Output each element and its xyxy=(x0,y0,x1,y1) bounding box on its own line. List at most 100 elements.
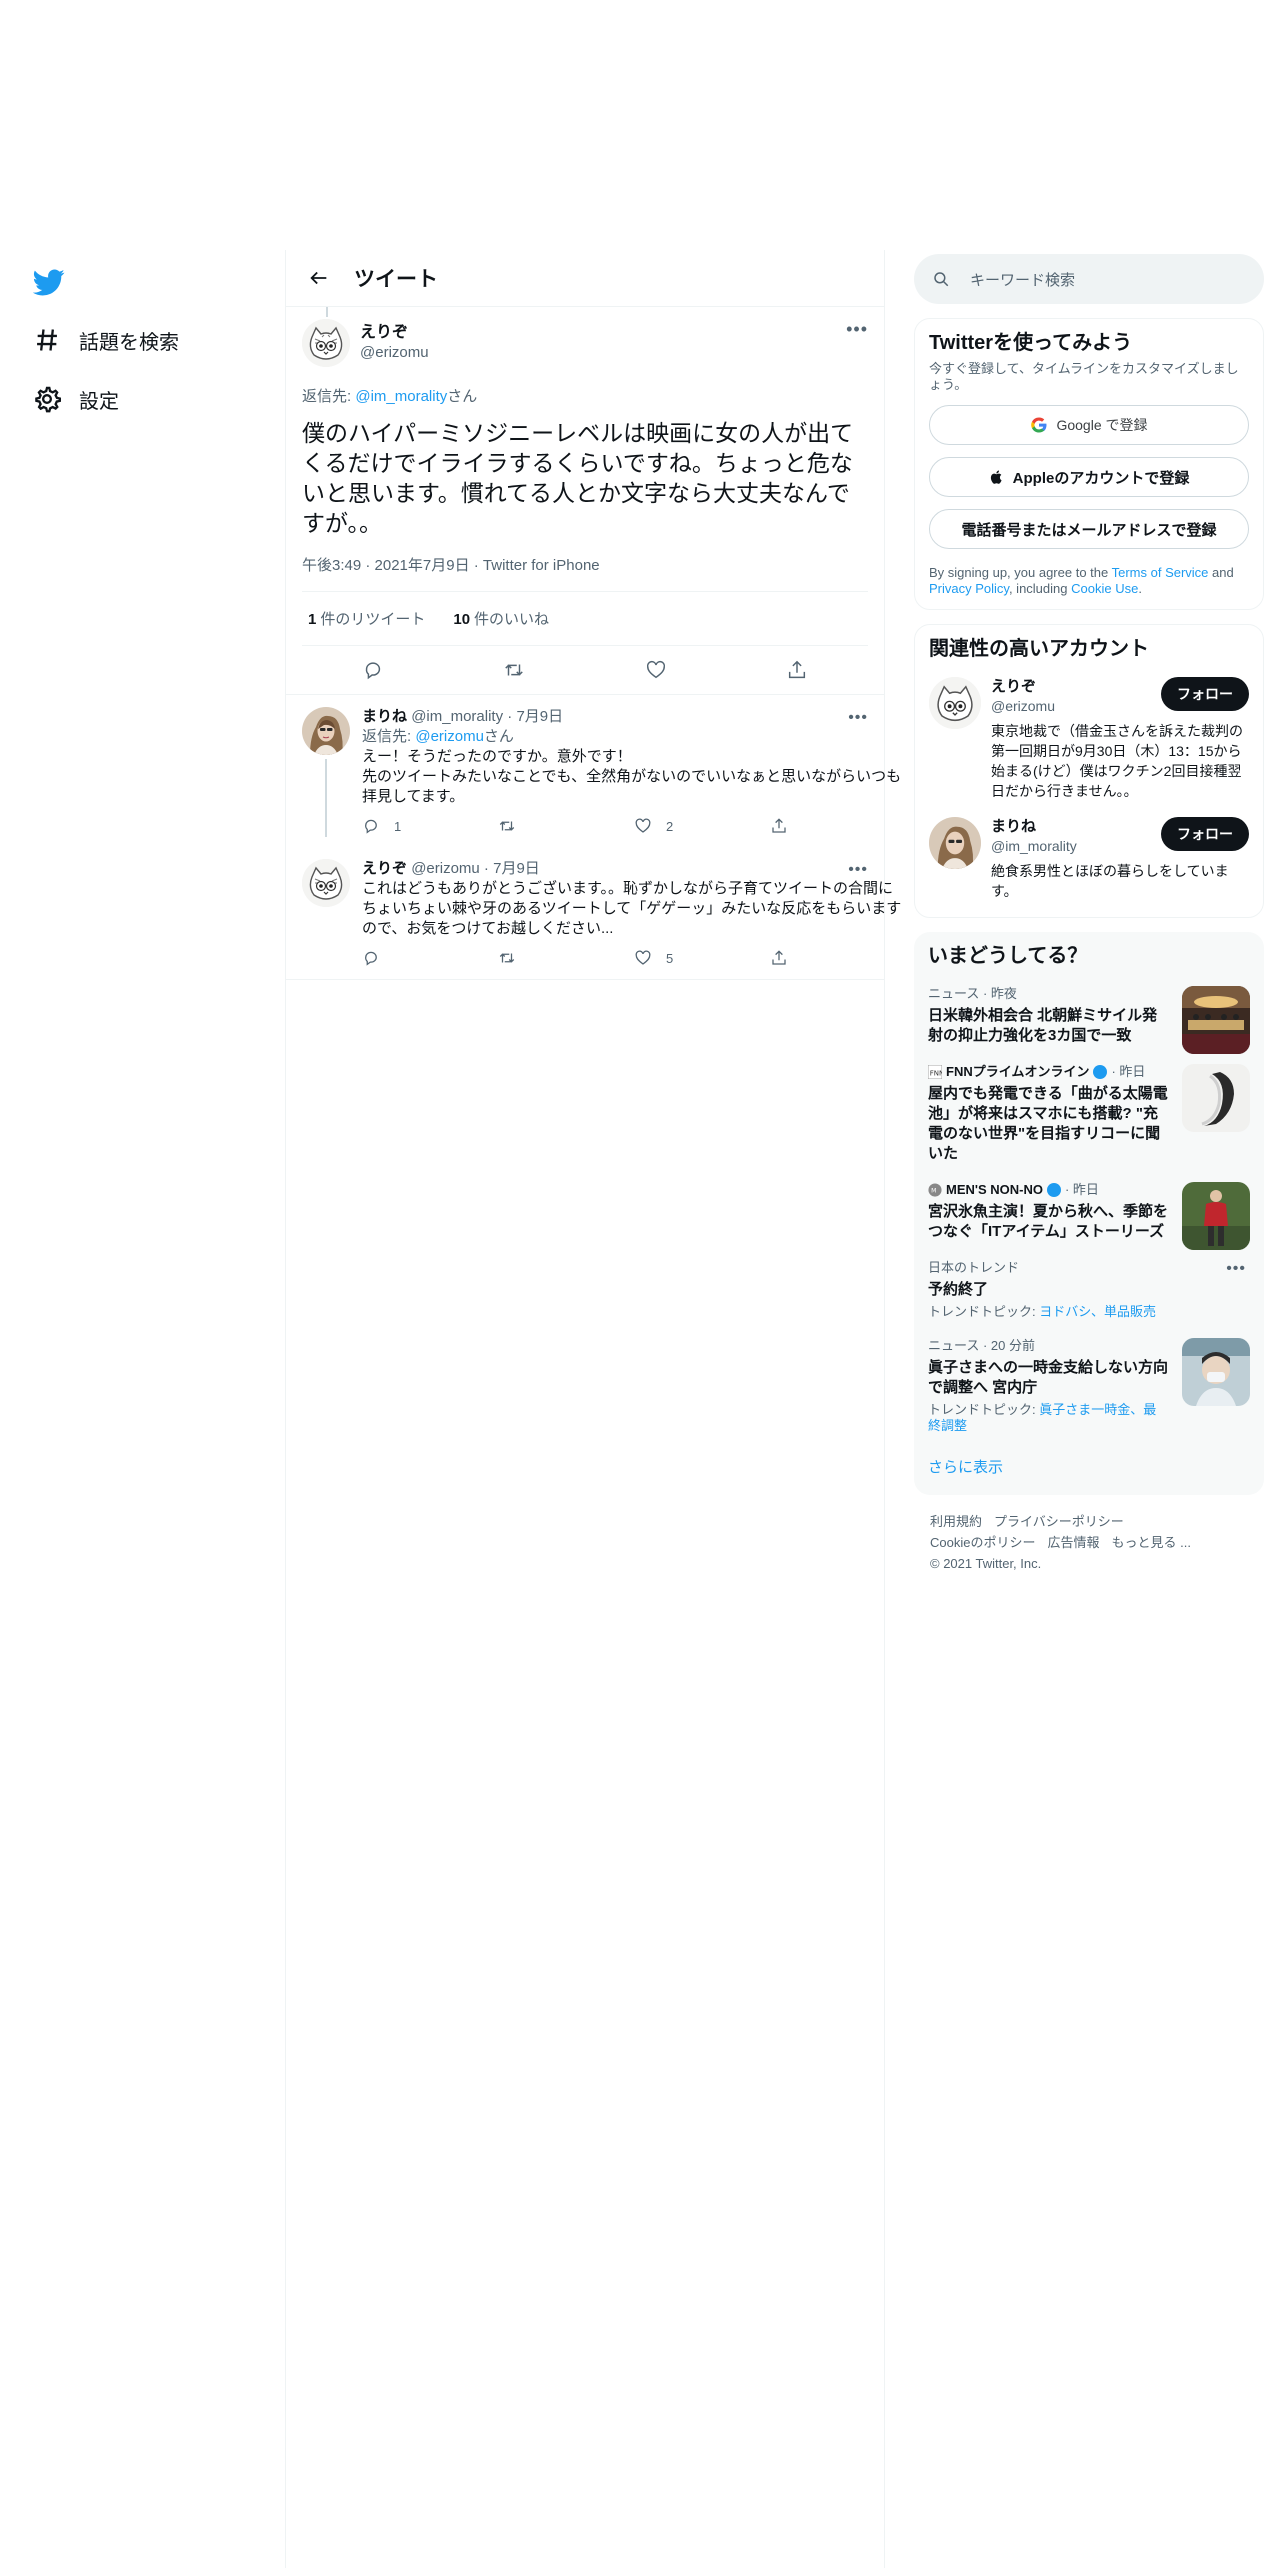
avatar[interactable] xyxy=(302,859,350,907)
cookie-use-link[interactable]: Cookie Use xyxy=(1071,581,1138,596)
like-button[interactable] xyxy=(638,652,674,688)
trend-source-time: · 昨日 xyxy=(1064,1182,1099,1197)
terms-of-service-link[interactable]: Terms of Service xyxy=(1112,565,1209,580)
share-button[interactable] xyxy=(770,817,906,835)
retweet-button[interactable] xyxy=(498,949,634,967)
trends-title: いまどうしてる？ xyxy=(928,945,1088,967)
retweet-stat[interactable]: 1 件のリツイート xyxy=(302,608,425,629)
focal-tweet: えりぞ @erizomu ••• 返信先: @im_moralityさん 僕のハ… xyxy=(286,307,884,695)
like-stat-label: 件のいいね xyxy=(474,611,550,628)
heart-icon xyxy=(635,818,651,833)
trend-source-time: · 昨日 xyxy=(1111,1064,1146,1079)
like-button[interactable]: 2 xyxy=(634,817,770,835)
like-button[interactable]: 5 xyxy=(634,949,770,967)
related-title: 関連性の高いアカウント xyxy=(929,638,1149,660)
author-name[interactable]: えりぞ xyxy=(360,323,429,343)
like-stat[interactable]: 10 件のいいね xyxy=(447,608,549,629)
more-options-icon[interactable]: ••• xyxy=(848,709,868,727)
gear-icon xyxy=(33,385,61,413)
thread-connector xyxy=(325,759,327,837)
show-more-link[interactable]: さらに表示 xyxy=(928,1456,1250,1483)
google-signup-button[interactable]: Google で登録 xyxy=(929,405,1249,445)
footer-terms-link[interactable]: 利用規約 xyxy=(930,1514,982,1529)
trend-item[interactable]: FNN FNNプライムオンライン · 昨日 屋内でも発電できる「曲がる太陽電池」… xyxy=(928,1064,1250,1164)
reply-header: えりぞ @erizomu · 7月9日 xyxy=(362,859,906,879)
reply-to-mention[interactable]: @im_morality xyxy=(355,388,447,405)
footer-copyright: © 2021 Twitter, Inc. xyxy=(930,1556,1042,1571)
share-icon xyxy=(789,660,806,679)
trend-item[interactable]: ニュース · 20 分前 眞子さまへの一時金支給しない方向で調整へ 宮内庁 トレ… xyxy=(928,1338,1250,1434)
apple-signup-button[interactable]: Appleのアカウントで登録 xyxy=(929,457,1249,497)
retweet-icon xyxy=(499,821,515,831)
account-item[interactable]: まりね @im_morality 絶食系男性とほぼの暮らしをしています。 フォロ… xyxy=(929,817,1249,901)
avatar[interactable] xyxy=(929,677,981,729)
retweet-button[interactable] xyxy=(498,817,634,835)
reply-author-name[interactable]: まりね xyxy=(362,708,407,725)
privacy-policy-link[interactable]: Privacy Policy xyxy=(929,581,1009,596)
trend-item[interactable]: ニュース · 昨夜 日米韓外相会合 北朝鮮ミサイル発射の抑止力強化を3カ国で一致 xyxy=(928,986,1250,1054)
reply-tweet[interactable]: えりぞ @erizomu · 7月9日 これはどうもありがとうございます。。恥ず… xyxy=(286,847,901,980)
trend-thumbnail xyxy=(1182,986,1250,1054)
trend-topic-links[interactable]: ヨドバシ、単品販売 xyxy=(1039,1304,1156,1319)
nav-explore[interactable]: 話題を検索 xyxy=(33,318,179,362)
follow-button[interactable]: フォロー xyxy=(1161,817,1249,851)
reply-count: 1 xyxy=(394,818,402,834)
reply-actions: 5 xyxy=(362,947,906,969)
nav-explore-label: 話題を検索 xyxy=(79,331,179,354)
share-button[interactable] xyxy=(770,949,906,967)
reply-icon xyxy=(365,819,377,834)
reply-author-handle[interactable]: @erizomu xyxy=(411,860,480,877)
trend-topic-prefix: トレンドトピック: xyxy=(928,1402,1040,1417)
more-options-icon[interactable]: ••• xyxy=(1226,1260,1246,1278)
phone-email-signup-button[interactable]: 電話番号またはメールアドレスで登録 xyxy=(929,509,1249,549)
trend-item[interactable]: M MEN'S NON-NO · 昨日 宮沢氷魚主演！夏から秋へ、季節をつなぐ「… xyxy=(928,1182,1250,1250)
footer-cookie-link[interactable]: Cookieのポリシー xyxy=(930,1535,1035,1550)
svg-text:M: M xyxy=(931,1188,936,1195)
account-item[interactable]: えりぞ @erizomu 東京地裁で（借金玉さんを訴えた裁判の第一回期日が9月3… xyxy=(929,677,1249,801)
trend-topics: トレンドトピック: ヨドバシ、単品販売 xyxy=(928,1304,1250,1320)
reply-author-handle[interactable]: @im_morality xyxy=(411,708,503,725)
reply-button[interactable]: 1 xyxy=(362,817,498,835)
trend-source-name: FNNプライムオンライン xyxy=(946,1064,1090,1079)
tweet-stats: 1 件のリツイート 10 件のいいね xyxy=(302,592,868,646)
terms-text: By signing up, you agree to the xyxy=(929,565,1112,580)
avatar[interactable] xyxy=(302,319,350,367)
share-button[interactable] xyxy=(779,652,815,688)
heart-icon xyxy=(635,950,651,965)
reply-to-prefix: 返信先: xyxy=(362,728,416,745)
reply-to-mention[interactable]: @erizomu xyxy=(415,728,484,745)
nav-settings[interactable]: 設定 xyxy=(33,377,119,421)
mens-non-no-logo-icon: M xyxy=(928,1183,942,1197)
google-signup-label: Google で登録 xyxy=(1056,417,1148,433)
search-input[interactable]: キーワード検索 xyxy=(914,254,1264,304)
trend-item[interactable]: 日本のトレンド 予約終了 トレンドトピック: ヨドバシ、単品販売 ••• xyxy=(928,1260,1250,1320)
footer-ads-link[interactable]: 広告情報 xyxy=(1047,1535,1099,1550)
trend-topics: トレンドトピック: 眞子さま一時金、最終調整 xyxy=(928,1402,1250,1434)
tweet-timestamp[interactable]: 午後3:49 · 2021年7月9日 · Twitter for iPhone xyxy=(302,554,868,592)
trend-meta: 日本のトレンド xyxy=(928,1260,1020,1275)
more-options-icon[interactable]: ••• xyxy=(846,319,868,340)
reply-tweet[interactable]: まりね @im_morality · 7月9日 返信先: @erizomuさん … xyxy=(286,695,901,847)
reply-date[interactable]: 7月9日 xyxy=(493,860,540,877)
follow-button[interactable]: フォロー xyxy=(1161,677,1249,711)
trend-thumbnail xyxy=(1182,1064,1250,1132)
retweet-icon xyxy=(505,664,524,676)
avatar[interactable] xyxy=(302,707,350,755)
author-handle[interactable]: @erizomu xyxy=(360,343,429,363)
like-count: 2 xyxy=(666,818,674,834)
reply-author-name[interactable]: えりぞ xyxy=(362,860,407,877)
trend-title: 予約終了 xyxy=(928,1281,989,1298)
more-options-icon[interactable]: ••• xyxy=(848,861,868,879)
retweet-button[interactable] xyxy=(496,652,532,688)
fnn-logo-icon: FNN xyxy=(928,1065,942,1079)
reply-date[interactable]: 7月9日 xyxy=(516,708,563,725)
search-icon xyxy=(934,272,949,287)
footer-more-link[interactable]: もっと見る ... xyxy=(1111,1535,1190,1550)
footer-privacy-link[interactable]: プライバシーポリシー xyxy=(994,1514,1124,1529)
reply-button[interactable] xyxy=(362,949,498,967)
twitter-logo-icon[interactable] xyxy=(32,266,67,300)
nav-settings-label: 設定 xyxy=(79,390,119,413)
reply-button[interactable] xyxy=(355,652,391,688)
back-button[interactable] xyxy=(302,261,336,295)
avatar[interactable] xyxy=(929,817,981,869)
